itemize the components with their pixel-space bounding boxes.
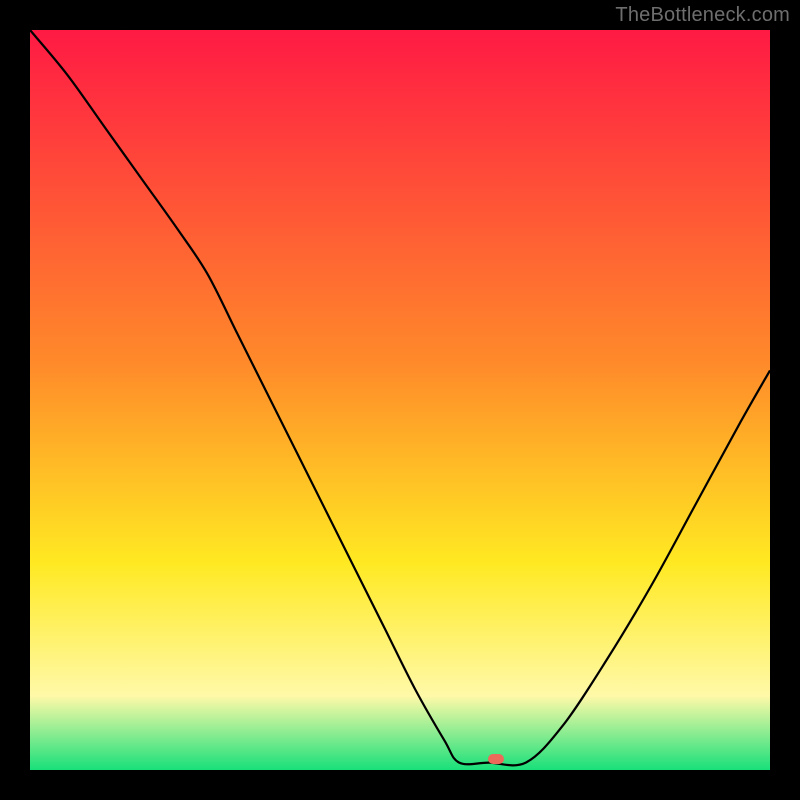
watermark-text: TheBottleneck.com <box>615 4 790 27</box>
chart-stage: TheBottleneck.com <box>0 0 800 800</box>
optimal-marker <box>488 754 504 764</box>
bottleneck-chart <box>0 0 800 800</box>
